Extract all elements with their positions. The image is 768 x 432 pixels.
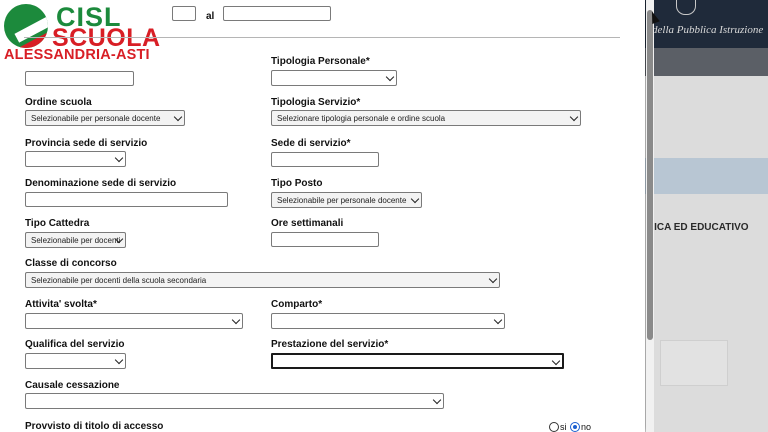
qualifica-select[interactable] [25,353,126,369]
chevron-down-icon [385,72,395,82]
chevron-down-icon [173,112,183,122]
period-from-input[interactable] [172,6,196,21]
background-nav-band [645,48,768,76]
tipologia-personale-select[interactable] [271,70,397,86]
sede-servizio-input[interactable] [271,152,379,167]
tipo-posto-select[interactable]: Selezionabile per personale docente [271,192,422,208]
logo-region-text: ALESSANDRIA-ASTI [4,47,150,63]
ordine-scuola-label: Ordine scuola [25,97,92,108]
chevron-down-icon [551,356,561,366]
background-section-text: LICA ED EDUCATIVO [648,222,749,233]
scrollbar-thumb[interactable] [647,10,653,340]
chevron-down-icon [114,355,124,365]
classe-concorso-label: Classe di concorso [25,258,117,269]
classe-concorso-select[interactable]: Selezionabile per docenti della scuola s… [25,272,500,288]
qualifica-label: Qualifica del servizio [25,339,125,350]
chevron-down-icon [569,112,579,122]
attivita-svolta-label: Attivita' svolta* [25,299,97,310]
prestazione-select[interactable] [271,353,564,369]
chevron-down-icon [432,395,442,405]
titolo-accesso-no-label: no [581,422,592,432]
comparto-select[interactable] [271,313,505,329]
provincia-sede-label: Provincia sede di servizio [25,138,148,149]
comparto-label: Comparto* [271,299,323,310]
period-to-input[interactable] [223,6,331,21]
period-to-label: al [206,11,215,22]
tipo-posto-label: Tipo Posto [271,178,323,189]
cisl-scuola-logo: CISL SCUOLA ALESSANDRIA-ASTI [0,0,170,66]
denominazione-sede-input[interactable] [25,192,228,207]
modal-scrollbar[interactable] [646,0,654,432]
background-card [660,340,728,386]
tipologia-servizio-label: Tipologia Servizio* [271,97,361,108]
unlabeled-input[interactable] [25,71,134,86]
titolo-accesso-label: Provvisto di titolo di accesso [25,421,164,432]
tipo-cattedra-select[interactable]: Selezionabile per docenti [25,232,126,248]
provincia-sede-select[interactable] [25,151,126,167]
causale-cessazione-select[interactable] [25,393,444,409]
ore-settimanali-label: Ore settimanali [271,218,344,229]
attivita-svolta-select[interactable] [25,313,243,329]
denominazione-sede-label: Denominazione sede di servizio [25,178,177,189]
titolo-accesso-si-label: si [560,422,567,432]
tipologia-personale-label: Tipologia Personale* [271,56,370,67]
ordine-scuola-select[interactable]: Selezionabile per personale docente [25,110,185,126]
causale-cessazione-label: Causale cessazione [25,380,120,391]
chevron-down-icon [114,153,124,163]
tipo-cattedra-label: Tipo Cattedra [25,218,90,229]
tipologia-servizio-select[interactable]: Selezionare tipologia personale e ordine… [271,110,581,126]
titolo-accesso-si-radio[interactable] [549,422,559,432]
chevron-down-icon [231,315,241,325]
sede-servizio-label: Sede di servizio* [271,138,351,149]
chevron-down-icon [493,315,503,325]
cisl-logo-icon [4,4,48,48]
titolo-accesso-no-radio[interactable] [570,422,580,432]
background-header-text: della Pubblica Istruzione [652,24,764,36]
ore-settimanali-input[interactable] [271,232,379,247]
background-info-bar [645,158,768,194]
service-form-modal: CISL SCUOLA ALESSANDRIA-ASTI al Tipologi… [0,0,645,432]
prestazione-label: Prestazione del servizio* [271,339,389,350]
divider [24,37,620,38]
chevron-down-icon [488,274,498,284]
chevron-down-icon [410,194,420,204]
